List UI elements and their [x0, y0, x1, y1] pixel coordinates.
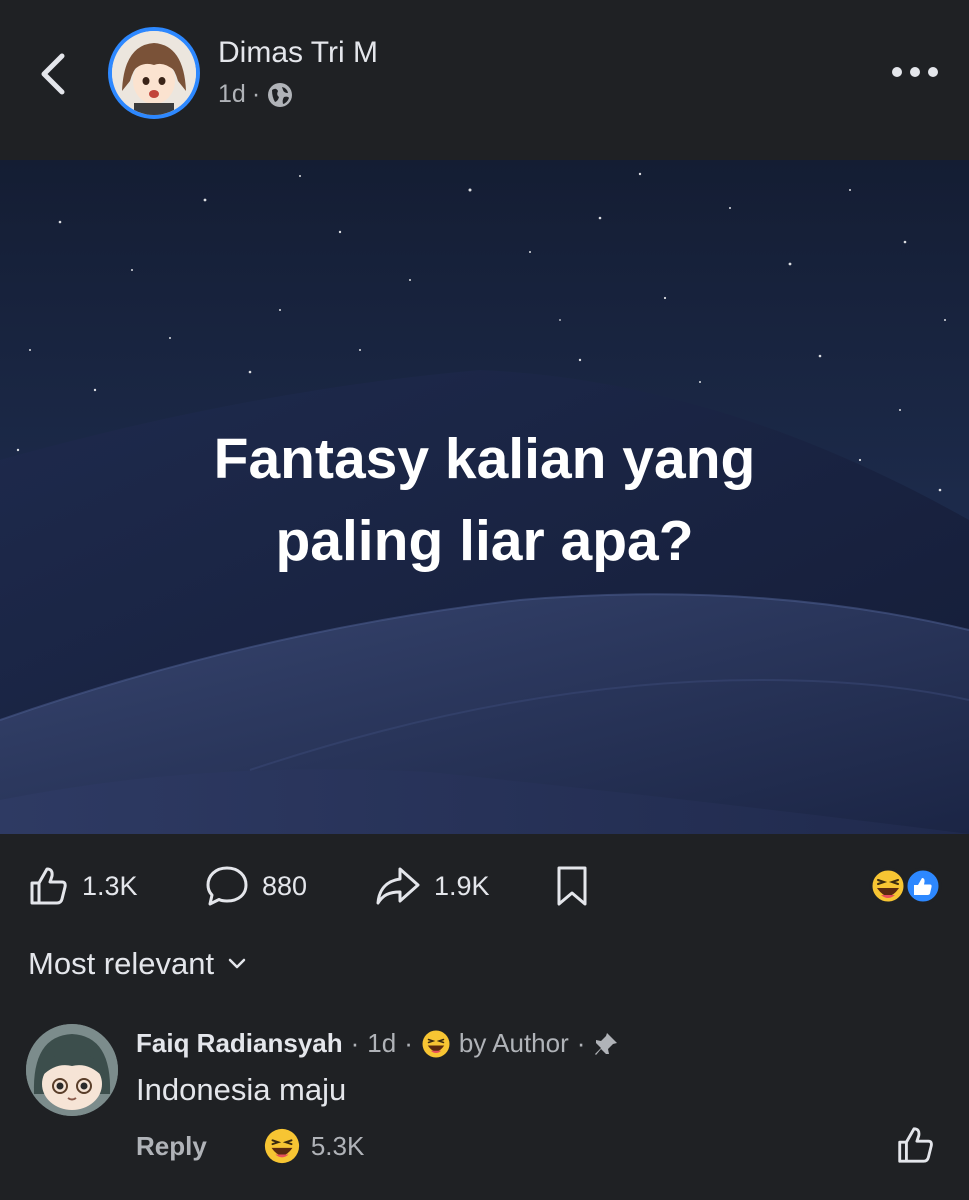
comment-text: Indonesia maju: [136, 1072, 347, 1107]
more-horizontal-icon[interactable]: [890, 60, 940, 84]
share-count: 1.9K: [434, 870, 490, 901]
comment-separator: ·: [576, 1028, 586, 1058]
save-button[interactable]: [554, 864, 590, 908]
post-text: Fantasy kalian yang paling liar apa?: [0, 418, 969, 582]
post-image[interactable]: Fantasy kalian yang paling liar apa?: [0, 160, 969, 834]
like-button[interactable]: 1.3K: [26, 864, 138, 908]
comment-button[interactable]: 880: [204, 864, 307, 908]
comment-reaction-summary[interactable]: 5.3K: [263, 1127, 365, 1165]
comment-separator: ·: [350, 1028, 360, 1058]
comment-bubble-icon: [206, 866, 248, 906]
chevron-down-icon: [228, 958, 246, 969]
author-reaction-label: by Author: [458, 1028, 569, 1058]
author-avatar[interactable]: [108, 27, 200, 119]
comment-separator: ·: [404, 1028, 413, 1058]
sort-label: Most relevant: [28, 946, 215, 981]
comment-footer: Reply 5.3K: [136, 1124, 364, 1168]
comment-count: 880: [262, 870, 308, 901]
haha-emoji-icon: [869, 867, 907, 905]
thumbs-up-icon: [30, 867, 67, 905]
haha-emoji-icon: [422, 1030, 450, 1057]
post-actions: 1.3K 880 1.9K: [0, 834, 969, 938]
post-text-line2: paling liar apa?: [275, 509, 694, 573]
author-name[interactable]: Dimas Tri M: [218, 36, 378, 70]
comment-reaction-count: 5.3K: [310, 1130, 365, 1161]
meta-separator: ·: [251, 80, 261, 108]
share-button[interactable]: 1.9K: [374, 864, 490, 908]
like-badge-icon: [904, 867, 942, 905]
share-arrow-icon: [376, 867, 420, 905]
bookmark-icon: [557, 866, 587, 906]
post-text-line1: Fantasy kalian yang: [213, 427, 756, 491]
comment-header: Faiq Radiansyah · 1d · by Author ·: [136, 1028, 619, 1059]
reply-button[interactable]: Reply: [136, 1131, 207, 1162]
comment-time: 1d: [367, 1028, 397, 1058]
pin-icon: [595, 1032, 618, 1055]
comment-sort-dropdown[interactable]: Most relevant: [28, 946, 246, 982]
post-header: Dimas Tri M 1d ·: [0, 0, 969, 160]
haha-emoji-icon: [264, 1128, 299, 1164]
reaction-summary[interactable]: [868, 866, 944, 906]
chevron-left-icon[interactable]: [30, 48, 78, 100]
post-meta: 1d ·: [218, 80, 294, 109]
post-time: 1d: [218, 80, 246, 108]
globe-icon: [268, 82, 293, 107]
comment-like-button[interactable]: [894, 1124, 936, 1166]
commenter-name[interactable]: Faiq Radiansyah: [136, 1028, 343, 1059]
commenter-avatar[interactable]: [26, 1024, 118, 1116]
like-count: 1.3K: [82, 870, 138, 901]
